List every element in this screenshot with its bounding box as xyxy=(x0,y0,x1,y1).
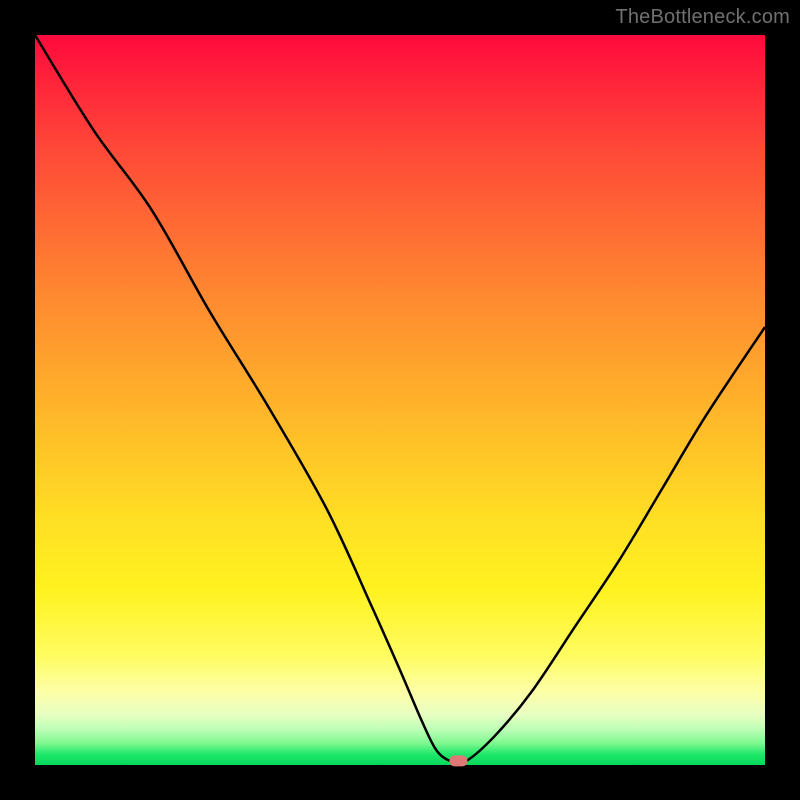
watermark-text: TheBottleneck.com xyxy=(615,6,790,29)
chart-frame: TheBottleneck.com xyxy=(0,0,800,800)
min-marker xyxy=(449,755,467,766)
chart-svg xyxy=(35,35,765,765)
plot-area xyxy=(35,35,765,765)
bottleneck-curve xyxy=(35,35,765,764)
